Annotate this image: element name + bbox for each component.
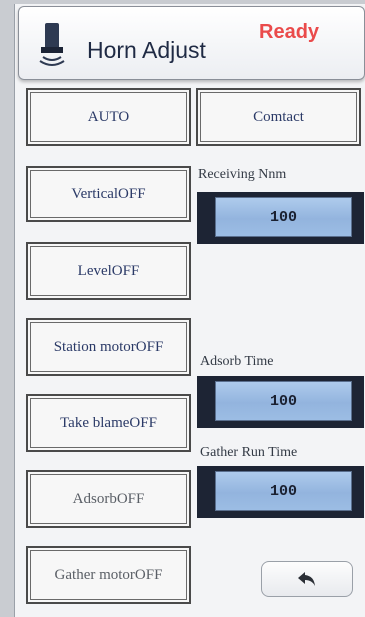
auto-button[interactable]: AUTO: [26, 88, 191, 146]
adsorb-toggle-button[interactable]: AdsorbOFF: [26, 470, 191, 528]
adsorb-time-input[interactable]: 100: [215, 381, 352, 421]
contact-button[interactable]: Comtact: [196, 88, 361, 146]
page-title: Horn Adjust: [87, 37, 206, 63]
receiving-num-input[interactable]: 100: [215, 197, 352, 237]
station-motor-toggle-button[interactable]: Station motorOFF: [26, 318, 191, 376]
receiving-num-panel: 100: [197, 192, 364, 244]
back-button[interactable]: [261, 561, 353, 597]
receiving-num-label: Receiving Nnm: [198, 167, 287, 182]
level-toggle-button[interactable]: LevelOFF: [26, 242, 191, 300]
status-indicator: Ready: [259, 21, 320, 43]
gather-run-time-label: Gather Run Time: [200, 445, 298, 460]
adsorb-time-panel: 100: [197, 376, 364, 428]
gather-run-time-input[interactable]: 100: [215, 471, 352, 511]
back-arrow-icon: [298, 572, 315, 586]
take-blame-toggle-button[interactable]: Take blameOFF: [26, 394, 191, 452]
horn-adjust-screen: Horn Adjust Ready AUTO Comtact VerticalO…: [14, 4, 365, 617]
gather-run-time-panel: 100: [197, 466, 364, 518]
horn-icon: [39, 23, 65, 66]
gather-motor-toggle-button[interactable]: Gather motorOFF: [26, 546, 191, 604]
header-bar: Horn Adjust Ready: [18, 6, 365, 80]
vertical-toggle-button[interactable]: VerticalOFF: [26, 166, 191, 222]
adsorb-time-label: Adsorb Time: [200, 354, 274, 369]
